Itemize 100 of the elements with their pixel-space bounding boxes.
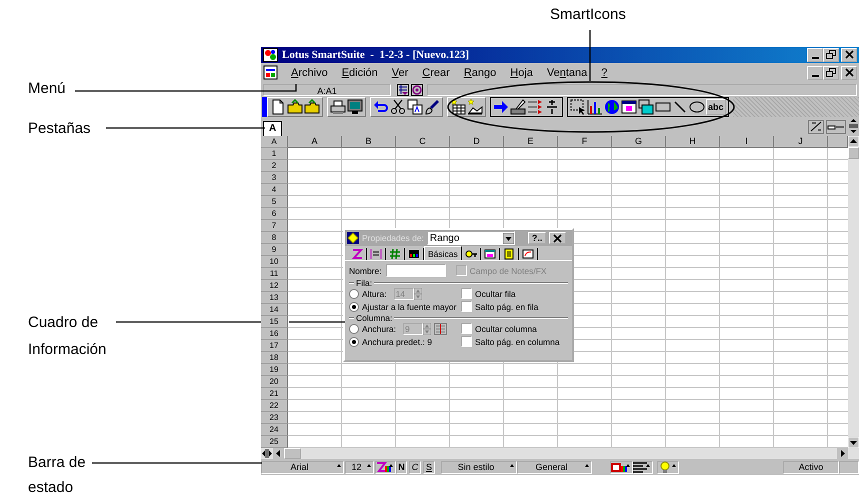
row-header[interactable]: 10 <box>261 256 288 268</box>
brush-icon[interactable] <box>424 99 440 116</box>
scroll-up-icon[interactable] <box>848 136 859 148</box>
format-toggle[interactable]: N <box>396 460 407 474</box>
line-icon[interactable] <box>672 99 688 116</box>
scroll-down-icon[interactable] <box>848 437 859 448</box>
row-header[interactable]: 5 <box>261 196 288 208</box>
horizontal-scrollbar[interactable] <box>261 448 859 460</box>
folder-icon[interactable] <box>287 99 303 116</box>
scroll-thumb[interactable] <box>848 147 859 160</box>
radio-button[interactable] <box>349 324 359 334</box>
text-tool-button[interactable]: abc <box>706 99 726 116</box>
dropdown-arrow-icon[interactable] <box>502 232 514 244</box>
column-header[interactable]: B <box>342 136 396 148</box>
row-header[interactable]: 13 <box>261 292 288 304</box>
checkbox[interactable] <box>461 336 472 347</box>
column-header[interactable]: I <box>720 136 774 148</box>
close-button[interactable] <box>841 48 857 62</box>
window-icon[interactable] <box>621 99 637 116</box>
status-dropdown[interactable]: General <box>517 460 592 474</box>
row-header[interactable]: 22 <box>261 400 288 412</box>
object-dropdown[interactable]: Rango <box>426 231 515 245</box>
row-header[interactable]: 25 <box>261 436 288 448</box>
column-header[interactable]: H <box>666 136 720 148</box>
cell-address-field[interactable]: A:A1 <box>263 84 391 96</box>
column-header[interactable]: D <box>450 136 504 148</box>
row-header[interactable]: 17 <box>261 340 288 352</box>
row-header[interactable]: 20 <box>261 376 288 388</box>
menu-item[interactable]: Ventana <box>540 66 594 79</box>
row-header[interactable]: 18 <box>261 352 288 364</box>
column-header[interactable] <box>828 136 848 148</box>
checkbox[interactable] <box>461 323 472 334</box>
function-icon[interactable] <box>411 84 423 96</box>
status-dropdown[interactable]: Arial <box>261 460 344 474</box>
vertical-scrollbar[interactable] <box>848 136 859 448</box>
arrow-icon[interactable] <box>493 99 509 116</box>
selection-icon[interactable] <box>570 99 586 116</box>
document-icon[interactable] <box>263 65 278 80</box>
row-header[interactable]: 15 <box>261 316 288 328</box>
row-header[interactable]: 24 <box>261 424 288 436</box>
navigator-icon[interactable] <box>397 84 409 96</box>
font-color-icon[interactable] <box>374 461 390 474</box>
scissors-icon[interactable] <box>390 99 406 116</box>
help-button[interactable]: ?.. <box>528 232 546 244</box>
column-header[interactable]: F <box>558 136 612 148</box>
row-header[interactable]: 8 <box>261 232 288 244</box>
row-header[interactable]: 2 <box>261 160 288 172</box>
status-dropdown[interactable]: Sin estilo <box>441 460 517 474</box>
menu-item[interactable]: Edición <box>334 66 385 79</box>
row-header[interactable]: 3 <box>261 172 288 184</box>
format-toggle[interactable]: C <box>409 460 421 474</box>
line-chart-icon[interactable] <box>467 99 483 116</box>
menu-item[interactable]: Crear <box>415 66 457 79</box>
status-dropdown[interactable]: 12 <box>345 460 374 474</box>
checkbox[interactable] <box>461 301 472 312</box>
column-header[interactable]: J <box>774 136 828 148</box>
fraction-icon[interactable] <box>544 99 560 116</box>
menu-item[interactable]: Ver <box>384 66 416 79</box>
checkbox[interactable] <box>461 288 472 299</box>
restore-button[interactable] <box>823 48 839 62</box>
status-dropdown[interactable] <box>610 460 633 474</box>
row-header[interactable]: 7 <box>261 220 288 232</box>
color-fill-icon[interactable] <box>610 461 626 474</box>
row-header[interactable]: 14 <box>261 304 288 316</box>
radio-button[interactable] <box>349 302 359 312</box>
ellipse-icon[interactable] <box>689 99 705 116</box>
scroll-left-icon[interactable] <box>273 448 284 460</box>
row-header[interactable]: 6 <box>261 208 288 220</box>
dialog-tab[interactable]: Básicas <box>424 246 462 260</box>
scroll-right-icon[interactable] <box>837 448 848 460</box>
format-toggle[interactable]: S <box>423 460 435 474</box>
split-icon[interactable] <box>262 448 272 460</box>
layers-icon[interactable] <box>638 99 654 116</box>
caret-icon[interactable] <box>389 464 393 467</box>
row-header[interactable]: 21 <box>261 388 288 400</box>
caret-icon[interactable] <box>367 464 371 467</box>
row-header[interactable]: 11 <box>261 268 288 280</box>
tab-toggle-icon[interactable] <box>826 120 846 134</box>
status-dropdown[interactable] <box>633 460 653 474</box>
name-field[interactable] <box>386 264 446 277</box>
status-dropdown[interactable] <box>375 460 396 474</box>
split-icon[interactable] <box>848 118 859 134</box>
monitor-icon[interactable] <box>347 99 363 116</box>
row-header[interactable]: 12 <box>261 280 288 292</box>
document-icon[interactable] <box>270 99 286 116</box>
row-header[interactable]: 9 <box>261 244 288 256</box>
menu-item[interactable]: Hoja <box>503 66 540 79</box>
column-header[interactable]: A <box>288 136 342 148</box>
menu-item[interactable]: Rango <box>456 66 504 79</box>
radio-button[interactable] <box>349 288 359 298</box>
contents-field[interactable] <box>427 84 857 96</box>
minimize-button[interactable] <box>807 66 823 80</box>
menu-item[interactable]: Archivo <box>284 66 335 79</box>
table-icon[interactable] <box>450 99 466 116</box>
column-header[interactable]: G <box>612 136 666 148</box>
caret-icon[interactable] <box>626 464 630 467</box>
caret-icon[interactable] <box>337 464 341 467</box>
caret-icon[interactable] <box>672 464 676 467</box>
close-button[interactable] <box>549 232 566 244</box>
menu-item[interactable]: ? <box>594 66 614 79</box>
